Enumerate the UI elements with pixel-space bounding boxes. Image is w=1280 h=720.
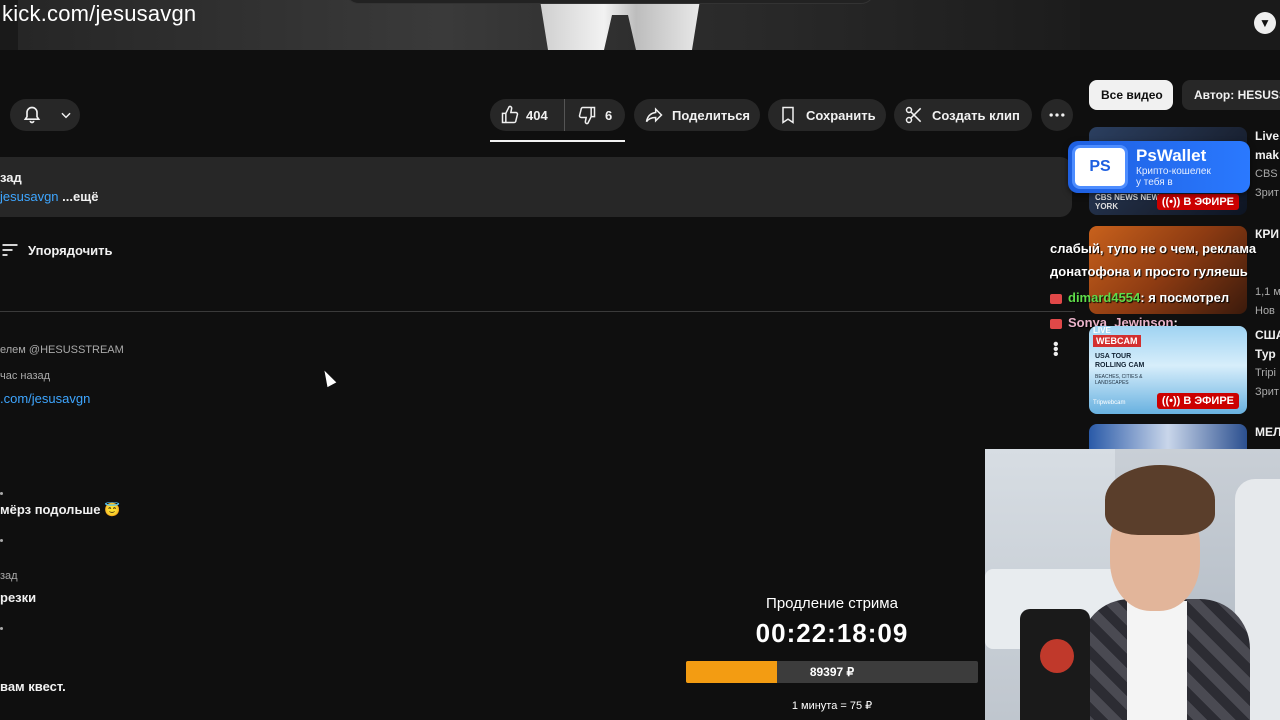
comment-text: резки bbox=[0, 590, 37, 605]
comment-dot bbox=[0, 627, 3, 630]
search-bar[interactable] bbox=[345, 0, 875, 4]
more-horizontal-icon bbox=[1047, 105, 1067, 125]
related-video-thumbnail[interactable] bbox=[1089, 424, 1247, 450]
webcam-tshirt bbox=[1127, 601, 1187, 720]
like-dislike-group: 404 6 bbox=[490, 99, 625, 131]
chat-message: слабый, тупо не о чем, реклама bbox=[1050, 241, 1257, 256]
related-video-title[interactable]: МЕЛ bbox=[1255, 425, 1280, 439]
extension-timer: 00:22:18:09 bbox=[755, 618, 909, 648]
related-video-channel: CBS bbox=[1255, 168, 1278, 180]
live-icon: ((•)) bbox=[1161, 196, 1181, 208]
more-actions-button[interactable] bbox=[1041, 99, 1073, 131]
comment-dot bbox=[0, 492, 3, 495]
bell-icon bbox=[22, 105, 42, 125]
chip-all-videos[interactable]: Все видео bbox=[1089, 80, 1173, 110]
pswallet-ad-banner[interactable]: PS PsWallet Крипто-кошелек у тебя в bbox=[1068, 141, 1250, 193]
related-video-title[interactable]: США bbox=[1255, 328, 1280, 342]
chat-username: dimard4554 bbox=[1068, 290, 1141, 305]
bookmark-icon bbox=[778, 105, 798, 125]
comment-text: вам квест. bbox=[0, 679, 66, 694]
comment-dot bbox=[0, 539, 3, 542]
description-link[interactable]: jesusavgn bbox=[0, 189, 59, 204]
live-tag: LIVE bbox=[1093, 326, 1111, 335]
related-video-channel: 1,1 м bbox=[1255, 286, 1280, 298]
related-video-views: Зрит bbox=[1255, 187, 1279, 199]
extension-title: Продление стрима bbox=[766, 595, 898, 612]
related-video-views: Зрит bbox=[1255, 386, 1279, 398]
related-video-title-line2[interactable]: mak bbox=[1255, 148, 1279, 162]
extension-progress-bar: 89397 ₽ bbox=[686, 661, 978, 683]
webcam-mic-foam bbox=[1040, 639, 1074, 673]
description-meta: зад bbox=[0, 170, 22, 185]
related-video-thumbnail[interactable]: LIVE WEBCAM USA TOUR ROLLING CAM BEACHES… bbox=[1089, 326, 1247, 414]
description-box[interactable]: зад jesusavgn ...ещё bbox=[0, 157, 1072, 217]
extension-rate: 1 минута = 75 ₽ bbox=[791, 700, 873, 712]
save-button[interactable]: Сохранить bbox=[768, 99, 886, 131]
chevron-down-icon bbox=[56, 105, 76, 125]
related-video-channel: Tripi bbox=[1255, 367, 1276, 379]
sort-icon bbox=[0, 240, 20, 260]
share-arrow-icon bbox=[644, 105, 664, 125]
pinned-by-label: елем @HESUSSTREAM bbox=[0, 344, 124, 356]
comment-link[interactable]: .com/jesusavgn bbox=[0, 391, 90, 406]
like-button[interactable]: 404 bbox=[490, 99, 565, 131]
comment-text: мёрз подольше 😇 bbox=[0, 502, 121, 517]
show-more-button[interactable]: ...ещё bbox=[62, 189, 98, 204]
chat-message: донатофона и просто гуляешь bbox=[1050, 264, 1248, 279]
thumbs-down-icon bbox=[577, 105, 597, 125]
description-text: jesusavgn ...ещё bbox=[0, 189, 98, 204]
streamer-webcam bbox=[985, 449, 1280, 720]
webcam-hair bbox=[1105, 465, 1215, 535]
extension-amount: 89397 ₽ bbox=[809, 665, 855, 679]
mouse-cursor bbox=[320, 368, 337, 388]
webcam-tag: WEBCAM bbox=[1093, 335, 1141, 347]
sort-comments-button[interactable]: Упорядочить bbox=[0, 240, 113, 260]
comment-timestamp: зад bbox=[0, 570, 18, 582]
related-video-title-line2[interactable]: Тур bbox=[1255, 347, 1276, 361]
comment-timestamp: час назад bbox=[0, 370, 51, 382]
kebab-menu-icon[interactable]: • • • bbox=[1053, 337, 1059, 363]
clip-label: Создать клип bbox=[932, 107, 1020, 123]
comments-divider bbox=[0, 311, 1075, 312]
live-badge: ((•)) В ЭФИРЕ bbox=[1156, 393, 1239, 409]
live-icon: ((•)) bbox=[1161, 395, 1181, 407]
live-badge: ((•)) В ЭФИРЕ bbox=[1156, 194, 1239, 210]
thumbs-up-icon bbox=[500, 105, 520, 125]
share-button[interactable]: Поделиться bbox=[634, 99, 760, 131]
chat-badge-icon bbox=[1050, 318, 1062, 329]
like-count: 404 bbox=[526, 107, 548, 123]
sort-label: Упорядочить bbox=[28, 242, 113, 258]
thumbnail-logo: Tripwebcam bbox=[1093, 400, 1126, 406]
dislike-count: 6 bbox=[605, 107, 613, 123]
related-video-title[interactable]: Live bbox=[1255, 129, 1279, 143]
chat-badge-icon bbox=[1050, 293, 1062, 304]
kick-url-overlay: kick.com/jesusavgn bbox=[2, 1, 197, 26]
share-label: Поделиться bbox=[672, 107, 751, 123]
chip-author[interactable]: Автор: HESUSSTREAM bbox=[1182, 80, 1280, 110]
dislike-button[interactable]: 6 bbox=[565, 105, 612, 125]
thumbnail-caption: USA TOUR ROLLING CAM bbox=[1095, 353, 1145, 369]
chat-message: dimard4554: я посмотрел bbox=[1050, 290, 1229, 305]
like-underline bbox=[490, 140, 625, 142]
pswallet-logo: PS bbox=[1072, 145, 1128, 189]
save-label: Сохранить bbox=[806, 107, 876, 123]
related-video-views: Нов bbox=[1255, 305, 1275, 317]
related-video-title[interactable]: КРИ bbox=[1255, 227, 1279, 241]
shield-icon: ▼ bbox=[1254, 12, 1276, 34]
ad-subtitle-2: у тебя в bbox=[1136, 177, 1173, 188]
create-clip-button[interactable]: Создать клип bbox=[894, 99, 1032, 131]
ad-subtitle: Крипто-кошелек bbox=[1136, 166, 1211, 177]
scissors-icon bbox=[904, 105, 924, 125]
ad-title: PsWallet bbox=[1136, 146, 1207, 165]
thumbnail-subcaption: BEACHES, CITIES & LANDSCAPES bbox=[1095, 374, 1143, 386]
subscription-bell-button[interactable] bbox=[10, 99, 80, 131]
